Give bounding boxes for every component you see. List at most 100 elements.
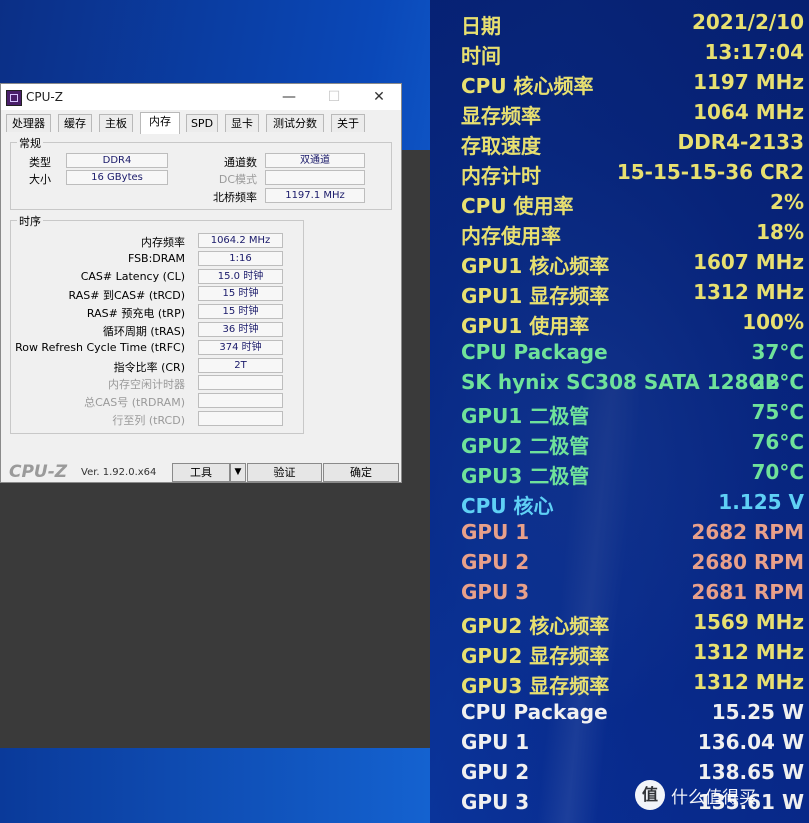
osd-value: 18% (756, 220, 804, 244)
type-value: DDR4 (66, 153, 168, 168)
osd-row: GPU3 二极管 70°C (461, 458, 804, 488)
osd-value: 22°C (751, 370, 804, 394)
tab-memory[interactable]: 内存 (140, 112, 180, 134)
tab-bench[interactable]: 测试分数 (266, 114, 324, 132)
maximize-button: ☐ (327, 89, 341, 105)
osd-label: GPU1 二极管 (461, 404, 590, 428)
timing-label: 指令比率 (CR) (113, 360, 185, 374)
osd-label: 时间 (461, 44, 501, 68)
bottom-bar: CPU-Z Ver. 1.92.0.x64 工具 ▼ 验证 确定 (1, 462, 401, 484)
osd-label: GPU2 显存频率 (461, 644, 610, 668)
osd-row: 存取速度 DDR4-2133 (461, 128, 804, 158)
osd-row: CPU 核心 1.125 V (461, 488, 804, 518)
osd-row: 显存频率 1064 MHz (461, 98, 804, 128)
cpuz-logo: CPU-Z (9, 462, 68, 482)
osd-label: 日期 (461, 14, 501, 38)
osd-row: SK hynix SC308 SATA 128GB 22°C (461, 368, 804, 398)
osd-label: GPU1 使用率 (461, 314, 590, 338)
osd-value: 1.125 V (718, 490, 804, 514)
tab-caches[interactable]: 缓存 (58, 114, 92, 132)
osd-label: 显存频率 (461, 104, 541, 128)
timing-label: 循环周期 (tRAS) (102, 325, 185, 338)
osd-row: GPU2 二极管 76°C (461, 428, 804, 458)
osd-row: GPU 1 2682 RPM (461, 518, 804, 548)
osd-label: GPU2 二极管 (461, 434, 590, 458)
osd-row: GPU 1 136.04 W (461, 728, 804, 758)
timing-value: 374 时钟 (198, 339, 283, 355)
timing-value: 1064.2 MHz (198, 233, 283, 248)
cpuz-window: CPU-Z — ☐ ✕ 处理器 缓存 主板 内存 SPD 显卡 测试分数 关于 … (0, 83, 402, 483)
osd-row: CPU 核心频率 1197 MHz (461, 68, 804, 98)
osd-row: CPU 使用率 2% (461, 188, 804, 218)
osd-value: 2680 RPM (691, 550, 804, 574)
tools-dropdown-arrow-icon[interactable]: ▼ (230, 463, 246, 482)
type-label: 类型 (29, 156, 51, 169)
osd-row: GPU3 显存频率 1312 MHz (461, 668, 804, 698)
tab-graphics[interactable]: 显卡 (225, 114, 259, 132)
osd-label: CPU 使用率 (461, 194, 574, 218)
osd-row: GPU2 核心频率 1569 MHz (461, 608, 804, 638)
osd-label: GPU 2 (461, 760, 530, 784)
desktop-bottom-area (0, 748, 430, 823)
osd-label: SK hynix SC308 SATA 128GB (461, 370, 781, 394)
cpuz-app-icon (6, 90, 22, 106)
osd-row: GPU1 显存频率 1312 MHz (461, 278, 804, 308)
timing-value: 15.0 时钟 (198, 268, 283, 284)
channels-value: 双通道 (265, 153, 365, 168)
osd-label: GPU 1 (461, 520, 530, 544)
watermark-text: 什么值得买 (671, 787, 756, 808)
osd-value: 37°C (751, 340, 804, 364)
timing-value (198, 393, 283, 409)
osd-label: CPU Package (461, 340, 608, 364)
validate-button[interactable]: 验证 (247, 463, 322, 482)
window-title: CPU-Z (26, 90, 63, 104)
title-bar[interactable]: CPU-Z — ☐ ✕ (1, 84, 401, 110)
osd-value: 2021/2/10 (691, 10, 804, 34)
osd-value: 15-15-15-36 CR2 (616, 160, 804, 184)
timing-value (198, 411, 283, 426)
timings-group-title: 时序 (17, 213, 43, 229)
osd-row: GPU 2 2680 RPM (461, 548, 804, 578)
timing-label: 总CAS号 (tRDRAM) (84, 396, 185, 410)
osd-label: GPU1 核心频率 (461, 254, 610, 278)
timing-value: 15 时钟 (198, 304, 283, 320)
minimize-button[interactable]: — (276, 87, 302, 107)
osd-label: CPU Package (461, 700, 608, 724)
osd-label: GPU 1 (461, 730, 530, 754)
osd-value: 75°C (751, 400, 804, 424)
tab-about[interactable]: 关于 (331, 114, 365, 132)
timing-label: RAS# 到CAS# (tRCD) (68, 289, 185, 303)
osd-value: 1569 MHz (693, 610, 804, 634)
osd-row: 日期 2021/2/10 (461, 8, 804, 38)
tab-processor[interactable]: 处理器 (6, 114, 51, 132)
osd-row: GPU1 核心频率 1607 MHz (461, 248, 804, 278)
version-text: Ver. 1.92.0.x64 (81, 467, 157, 478)
timing-label: FSB:DRAM (127, 251, 185, 265)
osd-row: GPU2 显存频率 1312 MHz (461, 638, 804, 668)
osd-label: GPU3 显存频率 (461, 674, 610, 698)
timing-label: Row Refresh Cycle Time (tRFC) (15, 340, 185, 354)
osd-value: 100% (742, 310, 804, 334)
ok-button[interactable]: 确定 (323, 463, 399, 482)
watermark: 值 什么值得买 (635, 778, 756, 812)
osd-value: 1312 MHz (693, 670, 804, 694)
osd-label: 内存计时 (461, 164, 541, 188)
general-group: 常规 类型 DDR4 大小 16 GBytes 通道数 双通道 DC模式 北桥频… (10, 135, 392, 210)
osd-value: 1312 MHz (693, 280, 804, 304)
osd-value: 2681 RPM (691, 580, 804, 604)
timing-label: CAS# Latency (CL) (80, 269, 185, 283)
nb-freq-value: 1197.1 MHz (265, 188, 365, 203)
timing-value: 15 时钟 (198, 286, 283, 302)
timing-label: 行至列 (tRCD) (112, 414, 185, 427)
close-button[interactable]: ✕ (366, 87, 392, 107)
osd-value: 1064 MHz (693, 100, 804, 124)
timings-group: 时序 内存频率 1064.2 MHz FSB:DRAM 1:16 CAS# Latenc… (10, 213, 304, 434)
tab-spd[interactable]: SPD (186, 114, 218, 132)
osd-label: GPU 3 (461, 790, 530, 814)
general-group-title: 常规 (17, 135, 43, 151)
osd-row: GPU1 使用率 100% (461, 308, 804, 338)
tab-mainboard[interactable]: 主板 (99, 114, 133, 132)
tools-button[interactable]: 工具 (172, 463, 230, 482)
osd-value: 136.04 W (697, 730, 804, 754)
osd-row: CPU Package 15.25 W (461, 698, 804, 728)
